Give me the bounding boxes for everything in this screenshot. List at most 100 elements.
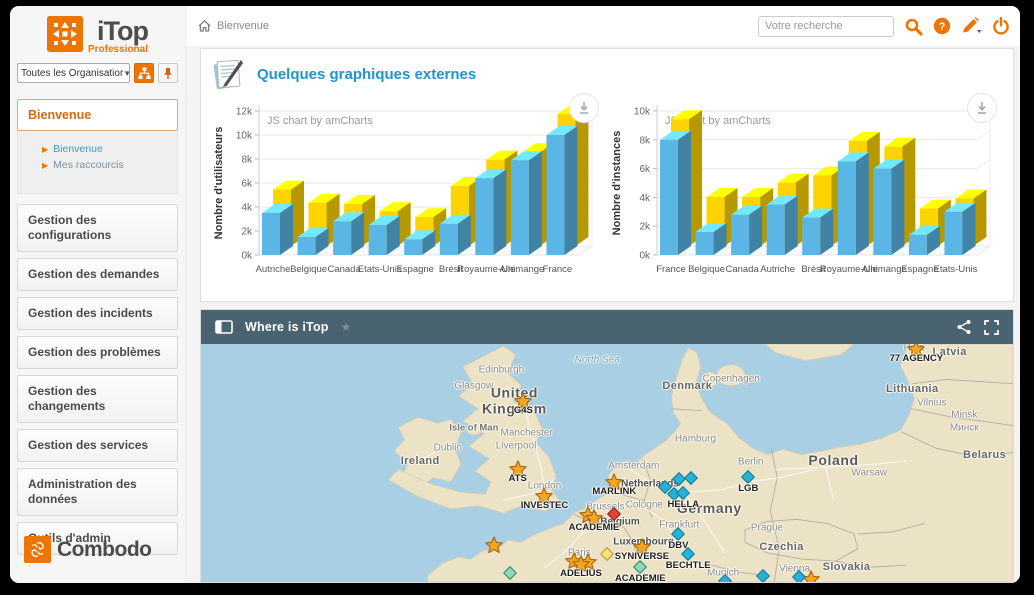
svg-text:12k: 12k: [236, 107, 253, 118]
share-button[interactable]: [956, 319, 972, 335]
sidebar-item-mes-raccourcis[interactable]: ▶ Mes raccourcis: [42, 159, 171, 171]
svg-text:Etats-Unis: Etats-Unis: [358, 264, 402, 275]
page-title: Quelques graphiques externes: [257, 66, 476, 83]
pencil-icon: [961, 17, 982, 35]
logout-button[interactable]: [992, 17, 1010, 35]
map-marker-diamond-dbv[interactable]: DBV: [671, 527, 685, 541]
svg-text:JS chart by amCharts: JS chart by amCharts: [267, 115, 373, 127]
pin-menu-button[interactable]: [158, 63, 178, 83]
map-marker-diamond[interactable]: [503, 566, 517, 580]
search-button[interactable]: [904, 17, 923, 36]
organization-select[interactable]: Toutes les Organisatior ▼: [17, 63, 130, 83]
sidebar-section[interactable]: Gestion des incidents: [17, 297, 178, 330]
svg-text:4k: 4k: [241, 203, 253, 214]
panel-icon: [215, 320, 233, 334]
map-marker-diamond[interactable]: [718, 574, 732, 582]
map-marker-star-77-agency[interactable]: 77 AGENCY: [907, 344, 925, 358]
map-marker-diamond[interactable]: [792, 570, 806, 582]
sidebar-item-bienvenue[interactable]: ▶ Bienvenue: [42, 143, 171, 155]
map-marker-star-academie[interactable]: ACADEMIE: [585, 509, 603, 527]
svg-text:10k: 10k: [236, 131, 253, 142]
search-input[interactable]: [758, 16, 894, 37]
svg-text:10k: 10k: [634, 107, 651, 118]
map-marker-diamond[interactable]: [600, 547, 614, 561]
fullscreen-icon: [984, 320, 999, 335]
dashboard: Quelques graphiques externes 0k2k4k6k8k1…: [186, 46, 1020, 583]
diamond-marker-icon: [633, 560, 647, 574]
breadcrumb[interactable]: Bienvenue: [198, 20, 269, 32]
star-marker-icon: [485, 536, 503, 554]
sidebar-section[interactable]: Administration des données: [17, 468, 178, 516]
map-marker-diamond-hella[interactable]: HELLA: [676, 486, 690, 500]
diamond-marker-icon: [671, 527, 685, 541]
diamond-marker-icon: [681, 547, 695, 561]
download-icon: [974, 100, 990, 116]
diamond-marker-icon: [741, 470, 755, 484]
map-marker-label: ACADEMIE: [615, 573, 666, 582]
diamond-marker-icon: [676, 486, 690, 500]
favorite-star-button[interactable]: ★: [341, 320, 352, 334]
sidebar-item-label: Bienvenue: [53, 143, 103, 155]
sidebar: iTop Professional Toutes les Organisatio…: [10, 6, 186, 583]
map-marker-diamond-academie[interactable]: ACADEMIE: [633, 560, 647, 574]
map-marker-diamond-bechtle[interactable]: BECHTLE: [681, 547, 695, 561]
map-marker-star-g4s[interactable]: G4S: [514, 392, 532, 410]
map-marker-label: ADELIUS: [560, 568, 602, 579]
sidebar-section[interactable]: Gestion des changements: [17, 375, 178, 423]
sidebar-section[interactable]: Gestion des demandes: [17, 258, 178, 291]
map-marker-star[interactable]: [485, 536, 503, 554]
svg-text:Autriche: Autriche: [256, 264, 291, 275]
map-marker-label: BECHTLE: [666, 560, 711, 571]
diamond-marker-icon: [718, 574, 732, 582]
share-icon: [956, 319, 972, 335]
sitemap-icon: [138, 67, 151, 80]
question-icon: ?: [933, 17, 951, 35]
itop-logo-icon: [47, 16, 83, 52]
sidebar-section[interactable]: Gestion des problèmes: [17, 336, 178, 369]
sidebar-section[interactable]: Gestion des configurations: [17, 204, 178, 252]
sidebar-section-bienvenue-links: ▶ Bienvenue ▶ Mes raccourcis: [17, 131, 178, 194]
map-marker-label: G4S: [514, 405, 533, 416]
svg-text:0k: 0k: [639, 251, 651, 262]
edit-menu-button[interactable]: [961, 17, 982, 35]
svg-text:4k: 4k: [639, 193, 651, 204]
diamond-marker-icon: [792, 570, 806, 582]
sidebar-section-bienvenue[interactable]: Bienvenue: [17, 99, 178, 131]
svg-text:Etats-Unis: Etats-Unis: [934, 264, 978, 275]
sidebar-section[interactable]: Gestion des services: [17, 429, 178, 462]
chart-users: 0k2k4k6k8k10k12kJS chart by amChartsNomb…: [209, 93, 607, 299]
map-marker-label: ACADEMIE: [569, 522, 620, 533]
map-marker-diamond[interactable]: [756, 569, 770, 582]
map-marker-diamond-lgb[interactable]: LGB: [741, 470, 755, 484]
help-button[interactable]: ?: [933, 17, 951, 35]
itop-logo-glyph: [47, 16, 83, 52]
map-marker-star-syniverse[interactable]: SYNIVERSE: [633, 538, 651, 556]
collapse-panel-button[interactable]: [215, 320, 233, 334]
home-icon: [198, 20, 211, 32]
search-icon: [904, 17, 923, 36]
map-marker-star-ats[interactable]: ATS: [509, 460, 527, 478]
bullet-arrow-icon: ▶: [42, 161, 48, 170]
map-marker-diamond[interactable]: [607, 507, 621, 521]
map-marker-label: INVESTEC: [521, 500, 569, 511]
map-marker-star-marlink[interactable]: MARLINK: [605, 473, 623, 491]
fullscreen-button[interactable]: [984, 320, 999, 335]
map-marker-star-adelius[interactable]: ADELIUS: [572, 555, 590, 573]
map-canvas[interactable]: North SeaEdinburghGlasgowUnited KingdomI…: [201, 344, 1013, 582]
chart-download-button[interactable]: [967, 93, 997, 123]
organization-select-value: Toutes les Organisatior: [21, 68, 123, 79]
org-hierarchy-button[interactable]: [134, 63, 154, 83]
svg-text:Belgique: Belgique: [290, 264, 327, 275]
svg-text:Nombre d'instances: Nombre d'instances: [611, 131, 623, 236]
map-marker-diamond[interactable]: [684, 471, 698, 485]
document-pencil-icon: [211, 57, 247, 91]
svg-text:Canada: Canada: [725, 264, 759, 275]
diamond-marker-icon: [503, 566, 517, 580]
map-marker-star-investec[interactable]: INVESTEC: [535, 487, 553, 505]
app-title: iTop: [97, 16, 148, 46]
combodo-logo-text: Combodo: [57, 538, 151, 562]
sidebar-item-label: Mes raccourcis: [53, 159, 124, 171]
svg-text:2k: 2k: [639, 222, 651, 233]
chart-download-button[interactable]: [569, 93, 599, 123]
pin-icon: [162, 67, 174, 80]
